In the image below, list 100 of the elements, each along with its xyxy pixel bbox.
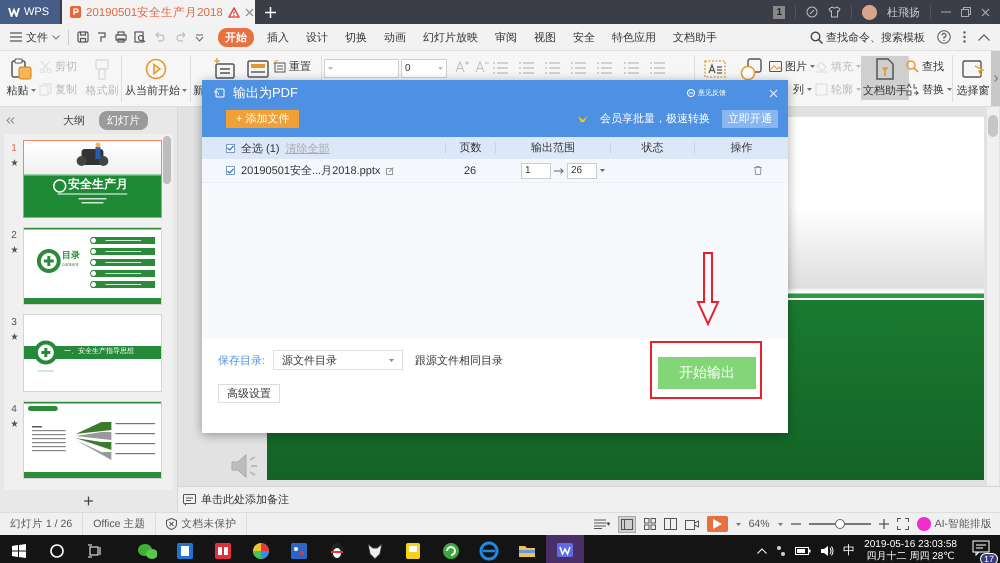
range-end-field[interactable]: 26 [567,162,597,178]
ribbon-button[interactable]: 重置 [273,59,311,74]
slide-sorter-icon[interactable] [644,518,656,530]
app-icon [213,540,233,560]
ribbon-tab[interactable]: 文档助手 [673,28,717,46]
ribbon-tab[interactable]: 视图 [534,28,556,46]
ribbon-button[interactable]: 列 [769,82,812,97]
advanced-settings-button[interactable]: 高级设置 [218,384,280,403]
fit-window-icon[interactable] [896,518,909,530]
caret-icon [736,522,741,526]
ribbon-tab[interactable]: 审阅 [495,28,517,46]
member-promo: 会员享批量，极速转换 [600,112,710,126]
ribbon-button[interactable]: 图片 [769,59,815,74]
ribbon-button[interactable]: 从当前开始 [123,56,189,100]
input-method[interactable]: 中 [843,542,856,559]
ribbon-button[interactable]: 查找 [906,59,944,74]
file-menu[interactable]: 文件 [10,30,60,44]
avatar[interactable] [862,4,877,20]
caret-icon [389,358,394,362]
fill-bucket-icon [815,60,828,73]
text-box-icon [704,58,726,80]
font-size-field[interactable]: 0 [401,59,447,78]
restore-icon[interactable] [961,7,971,17]
scrollbar-thumb[interactable] [988,115,998,137]
battery-icon[interactable] [795,546,812,556]
help-icon[interactable] [937,30,951,44]
shirt-icon[interactable] [828,6,841,18]
panel-tab[interactable]: 大纲 [55,111,93,130]
notes-toggle-icon[interactable] [594,519,610,529]
page-indicator[interactable]: 1 [773,6,785,18]
task-view-icon [88,544,102,558]
zoom-slider-thumb[interactable] [834,519,845,529]
command-search[interactable]: 查找命令、搜索模板 [810,30,925,44]
ribbon-tab[interactable]: 幻灯片放映 [423,28,478,46]
customize-icon[interactable] [195,32,204,42]
close-dialog-icon[interactable] [769,88,778,98]
caret-icon [810,65,815,68]
clock-time[interactable]: 2019-05-16 23:03:58 [864,538,957,550]
font-name-field[interactable] [324,59,399,78]
record-icon[interactable] [684,518,699,530]
print-preview-icon[interactable] [134,31,146,43]
range-start-field[interactable]: 1 [521,162,551,178]
close-icon[interactable] [981,8,990,16]
taskbar-app-button[interactable] [546,535,584,563]
new-tab-icon[interactable] [265,6,276,18]
ribbon-button[interactable]: 粘贴 [4,56,38,100]
scrollbar-thumb[interactable] [163,136,171,184]
crown-icon [578,114,588,122]
slideshow-play-button[interactable] [706,516,728,532]
slide-number: 2 [11,230,17,241]
reading-view-icon[interactable] [664,518,677,530]
menu-icon [10,32,22,42]
ribbon-tab[interactable]: 安全 [573,28,595,46]
ai-layout-button[interactable]: AI-智能排版 [916,517,992,531]
collapse-ribbon-icon[interactable] [978,34,990,40]
ribbon-icon-button[interactable] [738,56,764,82]
more-icon[interactable] [963,31,966,43]
add-slide-button[interactable]: + [0,490,177,512]
check-icon [227,168,234,174]
ribbon-tab[interactable]: 插入 [267,28,289,46]
user-name[interactable]: 杜飛扬 [887,4,920,20]
slide-title: 目录 [62,251,80,260]
wps-logo-icon [8,7,20,17]
trash-icon[interactable] [754,166,762,175]
checkbox[interactable] [226,166,235,175]
ribbon-tab[interactable]: 切换 [345,28,367,46]
zoom-in-icon[interactable] [878,519,889,529]
zoom-level[interactable]: 64% [748,518,770,530]
ribbon-button[interactable]: 替换 [906,82,952,97]
volume-icon[interactable] [820,544,834,556]
fox-icon [365,540,385,560]
ribbon-button[interactable]: 文档助手 [861,56,909,100]
checkbox[interactable] [226,144,235,152]
slide-number: 3 [11,317,17,328]
slide-thumbnail[interactable]: 安全生产月 [23,140,162,218]
print-icon[interactable] [115,31,127,43]
circle-icon [50,544,64,558]
refresh-icon [441,540,461,560]
normal-view-button[interactable] [618,516,636,532]
rename-icon[interactable] [386,166,394,174]
ribbon-tab[interactable]: 动画 [384,28,406,46]
close-tab-icon[interactable] [244,8,254,16]
collapse-panel-icon[interactable] [6,117,15,124]
warning-icon [228,6,240,18]
notes-placeholder[interactable]: 单击此处添加备注 [201,492,289,507]
ribbon-tab[interactable]: 特色应用 [612,28,656,46]
ribbon-tab[interactable]: 设计 [306,28,328,46]
star-icon [10,246,18,253]
save-directory-dropdown[interactable]: 源文件目录 [273,350,404,370]
play-icon [145,58,167,80]
chevron-up-icon[interactable] [757,548,768,554]
app-tab[interactable]: WPS [0,0,60,24]
save-directory-hint: 跟源文件相同目录 [415,354,504,368]
column-header: 页数 [445,142,495,154]
save-icon[interactable] [77,31,89,43]
ribbon-button[interactable]: 选择窗 [954,56,992,100]
select-all-label[interactable]: 全选 (1) [241,140,280,156]
clock-date[interactable]: 四月十二 周四 28℃ [866,550,955,562]
slide-number: 1 [11,143,17,154]
caret-icon [438,67,443,70]
